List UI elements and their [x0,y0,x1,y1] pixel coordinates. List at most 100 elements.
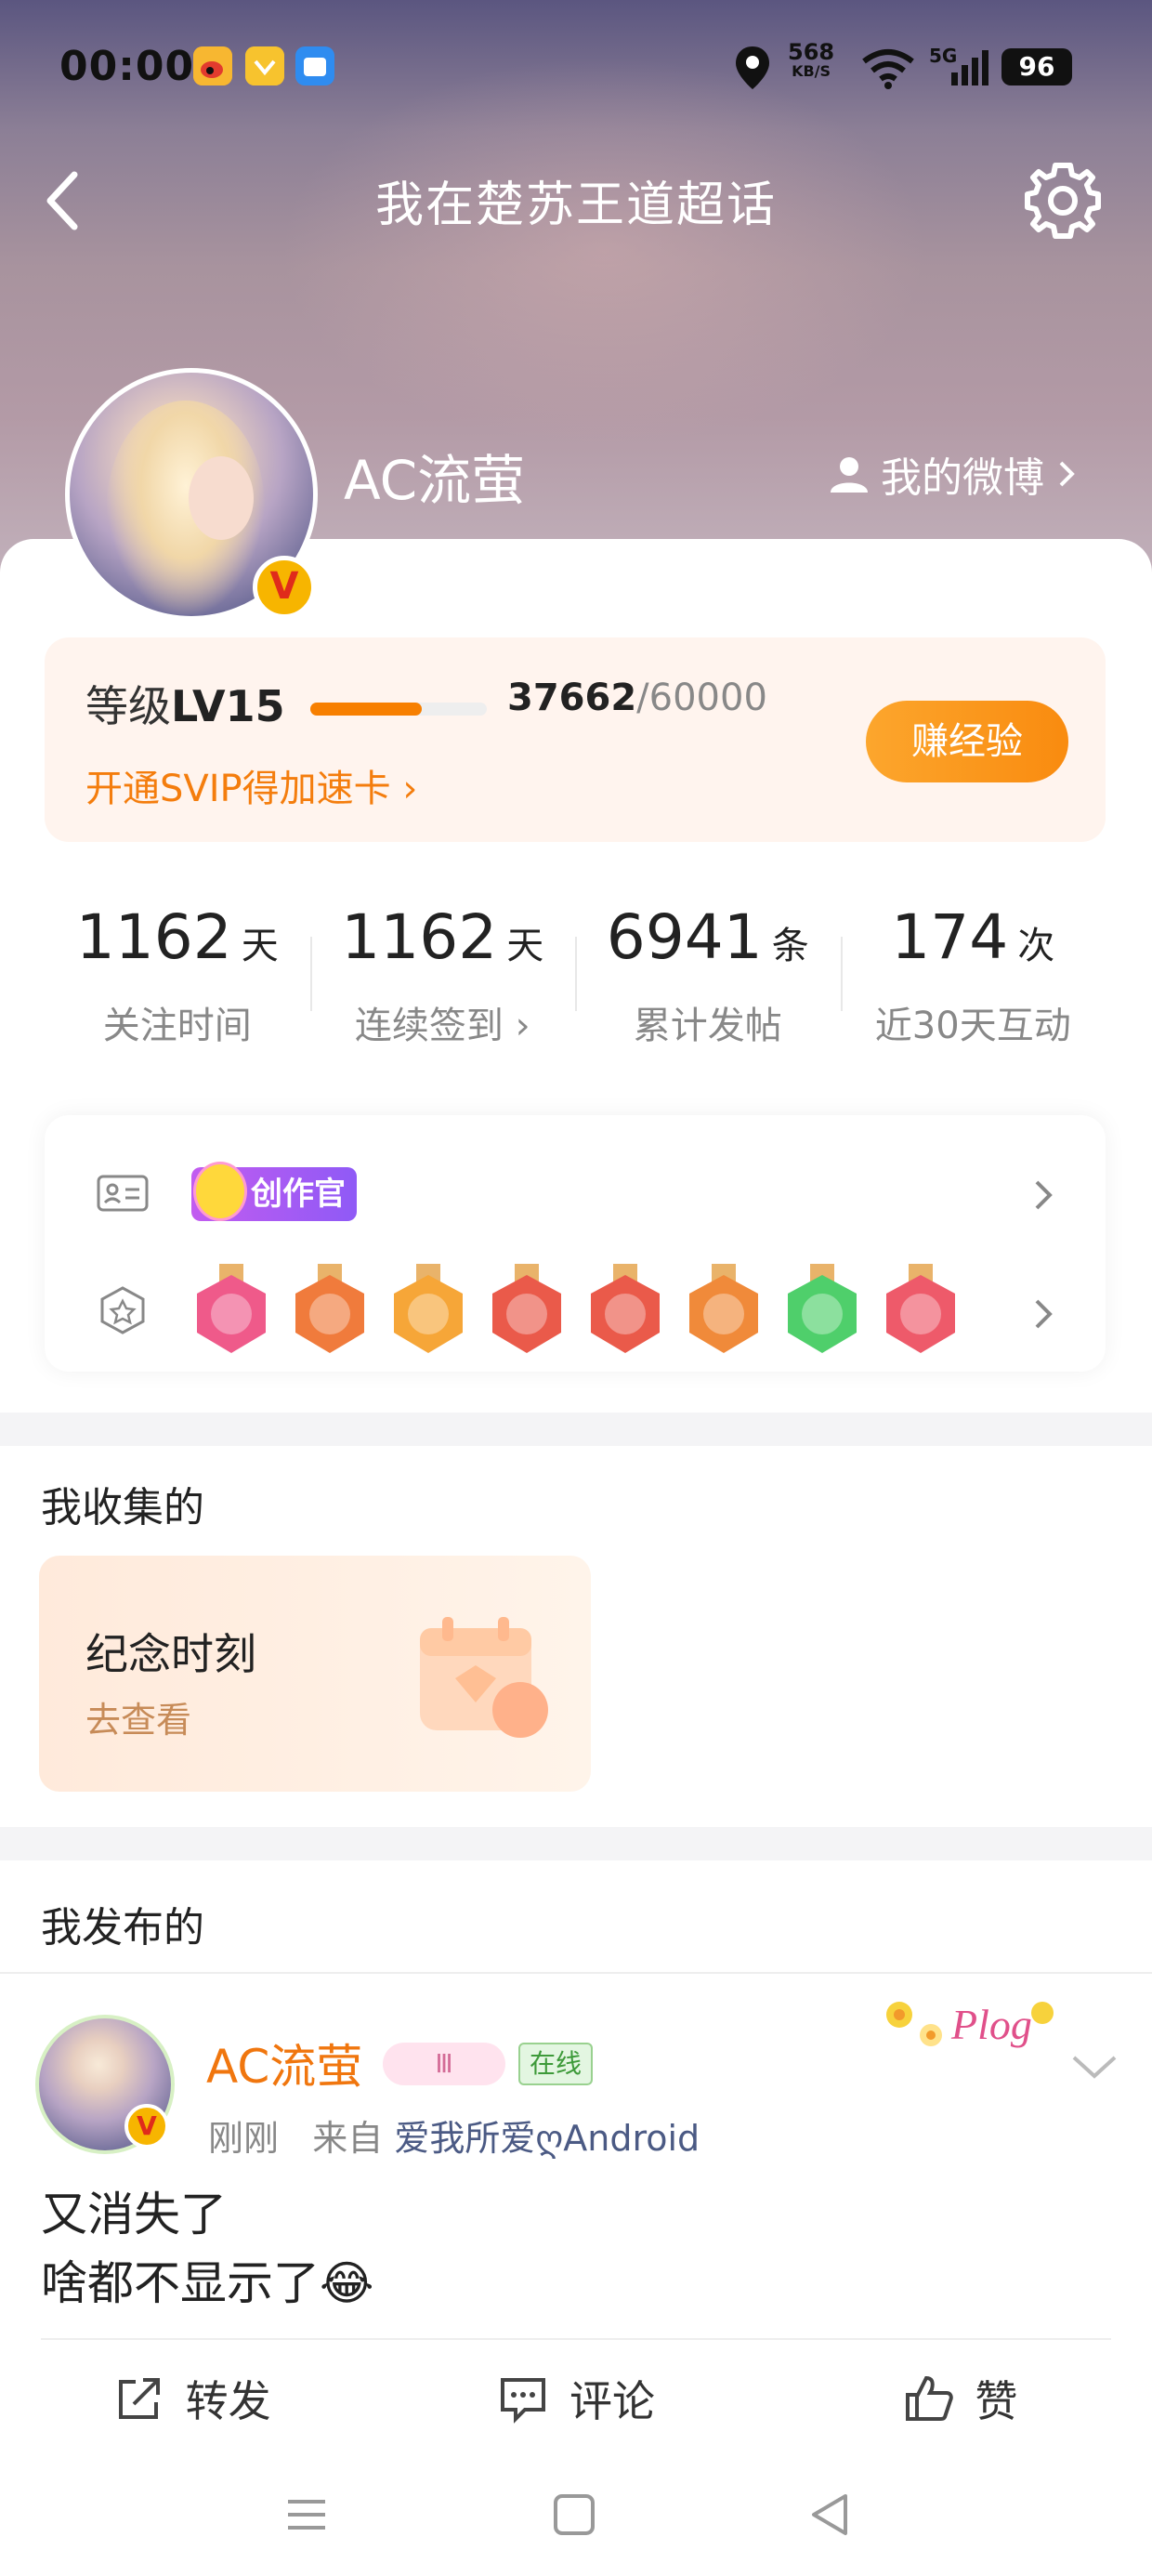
avatar-face [189,456,254,540]
post-text-line: 啥都不显示了😂 [41,2256,374,2310]
verified-badge: V [253,556,316,619]
medal-trophy-icon[interactable] [881,1264,961,1357]
medal-clap-icon[interactable] [782,1264,862,1357]
repost-button[interactable]: 转发 [0,2344,384,2453]
repost-label: 转发 [185,2376,271,2426]
thumbs-up-icon [906,2375,954,2421]
comment-label: 评论 [569,2376,655,2426]
medal-100-days-icon[interactable] [290,1264,370,1357]
calendar-app-icon [295,46,334,85]
chevron-right-icon: › [503,1005,530,1047]
published-section: 我发布的 [0,1860,1152,1972]
stat-label: 累计发帖 [633,1005,782,1047]
earn-xp-button[interactable]: 赚经验 [866,701,1068,782]
home-square-icon[interactable] [548,2489,600,2541]
level-label: 等级LV15 [85,673,285,734]
moment-card-title: 纪念时刻 [85,1629,256,1679]
stat-number: 1162 [341,901,498,973]
post-author-name[interactable]: AC流萤 [206,2030,362,2096]
xp-progress-bar [310,703,487,716]
nav-back-icon[interactable] [805,2489,857,2541]
collected-section: 我收集的 纪念时刻 去查看 [0,1446,1152,1827]
section-divider [0,1827,1152,1860]
xp-total: /60000 [636,677,767,719]
stat-value: 1162 天 [45,896,310,988]
like-button[interactable]: 赞 [768,2344,1152,2453]
system-nav-bar [0,2453,1152,2576]
medal-outline-icon [100,1286,145,1334]
stat-interactions: 174 次 近30天互动 [840,896,1106,1047]
stat-label: 连续签到 › [310,995,576,1049]
net-speed-value: 568 [788,39,835,65]
heart-app-icon [245,46,284,85]
net-speed-unit: KB/S [792,62,831,80]
comment-icon [500,2378,545,2424]
page: 00:00 568 KB/S 5G 96 我在楚苏王道超话 V AC流萤 我的微 [0,0,1152,2576]
menu-icon[interactable] [281,2489,333,2541]
moment-card[interactable]: 纪念时刻 去查看 [39,1556,591,1792]
post-from-label: 来自 [312,2118,384,2159]
stat-number: 1162 [75,901,232,973]
creator-badge[interactable]: 创作官 [191,1162,357,1221]
xp-progress-fill [310,703,422,716]
post-divider [41,2338,1111,2340]
section-divider [0,1413,1152,1446]
post-actions: 转发 评论 赞 [0,2344,1152,2453]
status-bar: 00:00 568 KB/S 5G 96 [0,37,1152,102]
post-source[interactable]: 爱我所爱ღAndroid [394,2118,700,2159]
post-online-tag: 在线 [518,2043,594,2085]
level-value: LV15 [171,681,285,731]
id-card-icon [97,1175,149,1212]
stat-value: 174 次 [841,896,1106,988]
comment-button[interactable]: 评论 [384,2344,767,2453]
chevron-right-icon[interactable] [1028,1292,1061,1336]
stat-unit: 次 [1017,925,1055,967]
svip-link[interactable]: 开通SVIP得加速卡 › [85,758,417,812]
level-panel: 等级LV15 37662/60000 开通SVIP得加速卡 › 赚经验 [45,637,1106,842]
settings-gear-icon[interactable] [1022,160,1104,242]
signal-icon [951,50,988,85]
creator-badge-label: 创作官 [251,1176,346,1213]
calendar-heart-icon [420,1617,548,1738]
stats-row: 1162 天 关注时间 1162 天 连续签到 › 6941 条 累计发帖 174 次 … [45,896,1106,1047]
svip-link-label: 开通SVIP得加速卡 [85,768,391,810]
wifi-icon [862,49,914,89]
stat-value: 6941 条 [575,896,841,988]
medal-fox-face-icon[interactable] [487,1264,567,1357]
medal-crown-icon[interactable] [388,1264,468,1357]
my-weibo-label: 我的微博 [881,454,1044,502]
chevron-right-icon[interactable] [1028,1173,1061,1217]
collected-title: 我收集的 [41,1484,204,1531]
person-icon [831,457,868,493]
chevron-down-icon[interactable] [1068,2048,1120,2085]
like-label: 赞 [975,2376,1018,2426]
stat-follow-days: 1162 天 关注时间 [45,896,310,1047]
stat-unit: 天 [241,925,279,967]
repost-icon [118,2378,160,2419]
medal-fox-face-3-icon[interactable] [684,1264,764,1357]
creator-mascot-icon [193,1162,247,1221]
net-speed: 568 KB/S [788,41,834,80]
stat-label-text: 连续签到 [354,1005,504,1047]
stat-checkin-days[interactable]: 1162 天 连续签到 › [309,896,576,1047]
post-text-line: 又消失了 [41,2188,227,2241]
header-glow [279,56,929,446]
level-label-text: 等级 [85,681,171,731]
location-icon [736,46,769,89]
moment-card-subtitle: 去查看 [85,1700,192,1741]
chevron-right-icon: › [402,768,418,810]
post-meta: 刚刚 来自 爱我所爱ღAndroid [208,2109,700,2161]
chevron-right-icon [1059,461,1075,487]
medal-fox-face-2-icon[interactable] [585,1264,665,1357]
stat-unit: 条 [771,925,809,967]
post-card[interactable]: V AC流萤 Ⅲ 在线 刚刚 来自 爱我所爱ღAndroid Plog 又消失了… [0,1974,1152,2349]
stat-label: 近30天互动 [874,1005,1071,1047]
my-weibo-link[interactable]: 我的微博 [829,444,1081,504]
medal-lv15-icon[interactable] [191,1264,271,1357]
stat-posts: 6941 条 累计发帖 [575,896,841,1047]
status-time: 00:00 [59,43,195,90]
stat-number: 6941 [606,901,763,973]
profile-username: AC流萤 [344,449,526,512]
stat-label: 关注时间 [102,1005,252,1047]
post-time: 刚刚 [208,2118,280,2159]
